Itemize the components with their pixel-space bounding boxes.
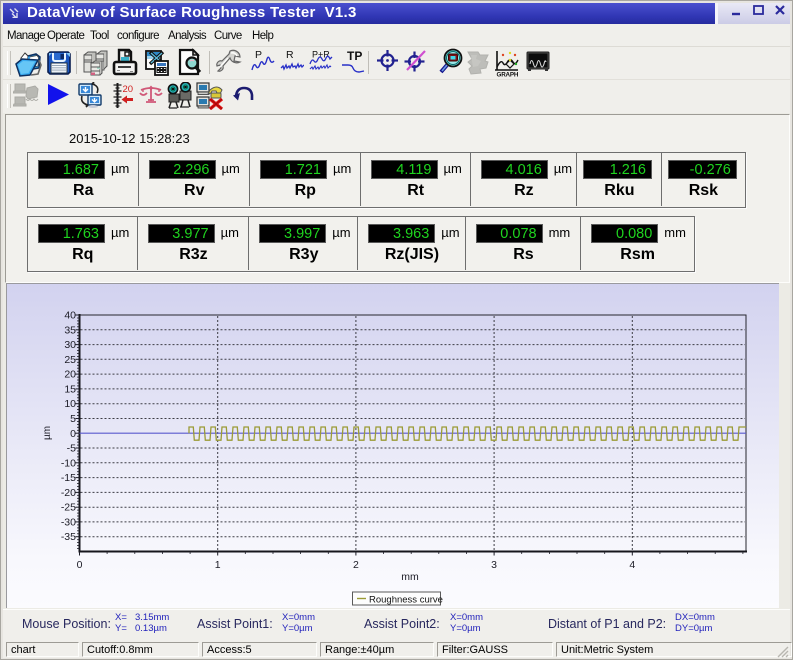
svg-text:35: 35: [64, 324, 76, 336]
svg-text:0: 0: [77, 559, 83, 571]
svg-text:-30: -30: [61, 516, 76, 528]
svg-text:0: 0: [70, 428, 76, 440]
svg-text:4: 4: [629, 559, 635, 571]
svg-text:µm: µm: [42, 426, 53, 440]
svg-text:25: 25: [64, 354, 76, 366]
svg-text:-20: -20: [61, 487, 76, 499]
svg-text:-25: -25: [61, 502, 76, 514]
svg-text:10: 10: [64, 398, 76, 410]
svg-text:5: 5: [70, 413, 76, 425]
svg-text:-35: -35: [61, 531, 76, 543]
svg-text:15: 15: [64, 383, 76, 395]
svg-text:3: 3: [491, 559, 497, 571]
svg-text:P: P: [255, 49, 262, 61]
svg-text:2: 2: [353, 559, 359, 571]
svg-text:-10: -10: [61, 457, 76, 469]
svg-text:GRAPH: GRAPH: [497, 72, 519, 79]
svg-text:30: 30: [64, 339, 76, 351]
svg-text:Roughness curve: Roughness curve: [369, 595, 443, 606]
svg-text:40: 40: [64, 310, 76, 322]
svg-text:-15: -15: [61, 472, 76, 484]
svg-text:1: 1: [215, 559, 221, 571]
svg-text:20: 20: [64, 369, 76, 381]
svg-text:R: R: [286, 49, 294, 61]
svg-text:-5: -5: [67, 443, 76, 455]
svg-text:20: 20: [123, 84, 134, 95]
svg-text:TP: TP: [347, 49, 362, 63]
svg-text:mm: mm: [401, 571, 419, 583]
